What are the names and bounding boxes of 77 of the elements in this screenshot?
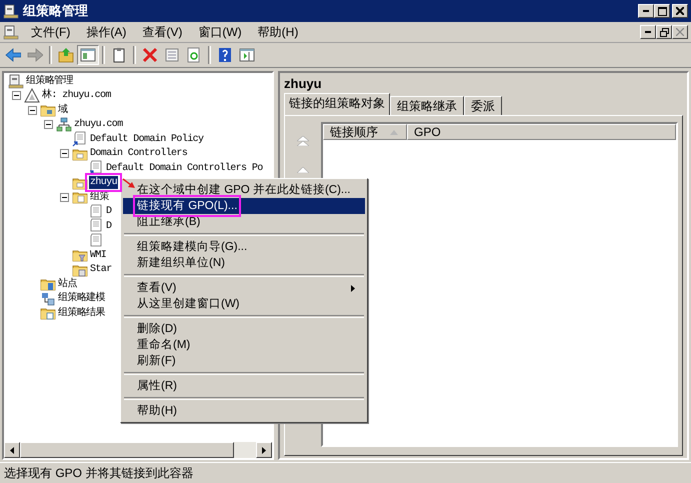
tab[interactable]: 组策略继承 xyxy=(390,96,464,115)
document-icon xyxy=(88,204,104,220)
menu-item[interactable]: 窗口(W) xyxy=(190,24,250,40)
menu-item[interactable]: 链接现有 GPO(L)... xyxy=(123,198,365,214)
restore-icon xyxy=(660,28,668,36)
collapse-icon[interactable] xyxy=(44,120,52,130)
column-header[interactable]: 链接顺序 xyxy=(323,124,407,140)
close-button[interactable] xyxy=(672,25,688,39)
menu-item[interactable]: 帮助(H) xyxy=(123,403,365,419)
triangle-icon xyxy=(24,88,40,104)
menu-item[interactable]: 刷新(F) xyxy=(123,353,365,369)
menu-item[interactable]: 查看(V) xyxy=(134,24,190,40)
document-icon xyxy=(72,131,88,148)
tree-item[interactable]: 组策略建模 xyxy=(57,292,106,306)
tree-item[interactable]: 林: zhuyu.com xyxy=(41,89,112,102)
back-arrow-icon[interactable] xyxy=(5,47,21,63)
window-icon[interactable] xyxy=(164,47,180,63)
help-icon[interactable] xyxy=(217,47,233,63)
maximize-icon xyxy=(658,6,666,16)
tree-item[interactable]: Default Domain Policy xyxy=(89,132,204,146)
minimize-icon xyxy=(643,10,649,12)
menu-item[interactable]: 重命名(M) xyxy=(123,337,365,353)
menu-item[interactable]: 在这个域中创建 GPO 并在此处链接(C)... xyxy=(123,182,365,198)
tree-item[interactable]: zhuyu.com xyxy=(73,118,124,132)
pane-icon[interactable] xyxy=(239,47,255,63)
close-icon xyxy=(676,28,684,36)
menu-item[interactable]: 文件(F) xyxy=(23,24,78,40)
submenu-arrow-icon xyxy=(351,284,355,292)
maximize-button[interactable] xyxy=(654,4,670,18)
menu-item[interactable]: 新建组织单位(N) xyxy=(123,255,365,271)
document-icon xyxy=(88,218,104,234)
tree-item[interactable]: Domain Controllers xyxy=(89,147,188,160)
highlight-frame xyxy=(85,173,122,192)
network-icon xyxy=(56,116,72,133)
horizontal-scrollbar[interactable] xyxy=(4,442,272,458)
column-header[interactable]: GPO xyxy=(407,124,676,140)
tree-item[interactable]: Default Domain Controllers Po xyxy=(105,162,264,175)
tree-item[interactable]: zhuyu xyxy=(89,176,118,190)
menu-item[interactable]: 帮助(H) xyxy=(250,24,306,40)
console-icon xyxy=(3,3,19,19)
tree-item[interactable]: D xyxy=(105,220,112,233)
menu-item[interactable]: 查看(V) xyxy=(123,280,365,296)
tree-item[interactable]: 组策略结果 xyxy=(57,306,106,320)
delete-icon[interactable] xyxy=(142,47,158,63)
menu-item[interactable]: 删除(D) xyxy=(123,321,365,337)
collapse-icon[interactable] xyxy=(28,106,36,115)
collapse-icon[interactable] xyxy=(12,91,20,100)
menu-item[interactable]: 操作(A) xyxy=(78,24,134,40)
console-icon xyxy=(3,24,19,40)
details-title: zhuyu xyxy=(284,75,323,93)
minimize-button[interactable] xyxy=(638,4,654,18)
tab[interactable]: 委派 xyxy=(464,96,502,115)
tree-item[interactable]: 组策略管理 xyxy=(25,74,74,88)
tree-item[interactable]: D xyxy=(105,205,112,218)
tree-item[interactable]: Star xyxy=(89,263,113,276)
collapse-icon[interactable] xyxy=(60,192,68,202)
restore-button[interactable] xyxy=(656,25,672,39)
minimize-icon xyxy=(645,31,651,33)
menu-item[interactable]: 组策略建模向导(G)... xyxy=(123,239,365,255)
tree-item[interactable]: 域 xyxy=(57,104,68,117)
annotation-arrow xyxy=(122,178,135,188)
right-arrow-icon[interactable] xyxy=(262,446,266,454)
clipboard-icon[interactable] xyxy=(111,47,127,63)
window-title: 组策略管理 xyxy=(23,2,88,20)
refresh-icon[interactable] xyxy=(186,47,202,63)
close-icon xyxy=(676,7,684,15)
tab[interactable]: 链接的组策略对象 xyxy=(284,93,390,115)
network-icon xyxy=(40,290,56,307)
tree-item[interactable]: WMI xyxy=(89,248,108,262)
minimize-button[interactable] xyxy=(640,25,656,39)
collapse-icon[interactable] xyxy=(60,149,68,158)
tree-item[interactable]: 站点 xyxy=(57,278,78,291)
left-arrow-icon[interactable] xyxy=(10,446,14,454)
close-button[interactable] xyxy=(672,4,688,18)
menu-item[interactable]: 属性(R) xyxy=(123,378,365,394)
menu-item[interactable]: 从这里创建窗口(W) xyxy=(123,296,365,312)
status-text: 选择现有 GPO 并将其链接到此容器 xyxy=(4,464,194,482)
